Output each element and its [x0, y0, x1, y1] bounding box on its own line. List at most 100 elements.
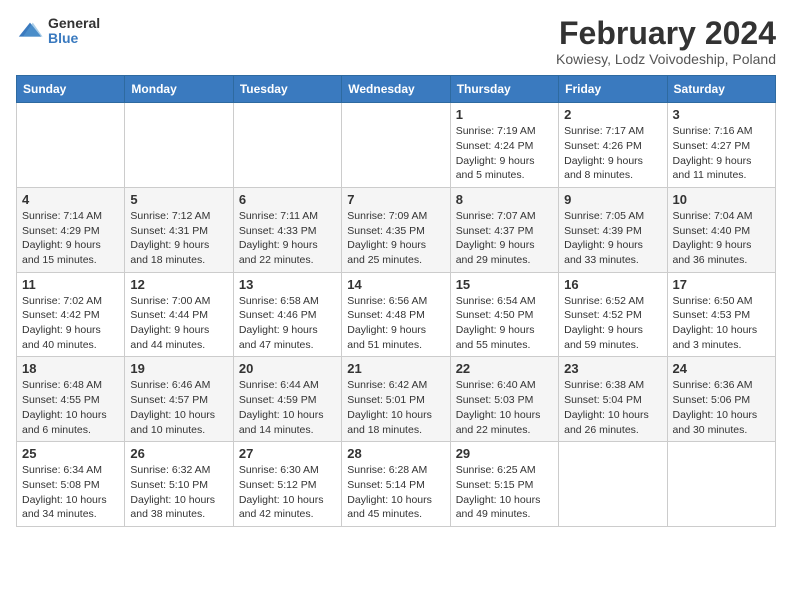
table-row: 5 Sunrise: 7:12 AM Sunset: 4:31 PM Daylig…: [125, 187, 233, 272]
day-info: Sunrise: 6:32 AM Sunset: 5:10 PM Dayligh…: [130, 463, 227, 522]
day-info: Sunrise: 6:36 AM Sunset: 5:06 PM Dayligh…: [673, 378, 770, 437]
day-info: Sunrise: 6:40 AM Sunset: 5:03 PM Dayligh…: [456, 378, 553, 437]
day-number: 10: [673, 192, 770, 207]
table-row: [342, 103, 450, 188]
table-row: 18 Sunrise: 6:48 AM Sunset: 4:55 PM Dayli…: [17, 357, 125, 442]
table-row: 9 Sunrise: 7:05 AM Sunset: 4:39 PM Daylig…: [559, 187, 667, 272]
day-number: 22: [456, 361, 553, 376]
calendar-week-row: 18 Sunrise: 6:48 AM Sunset: 4:55 PM Dayli…: [17, 357, 776, 442]
day-number: 15: [456, 277, 553, 292]
table-row: 28 Sunrise: 6:28 AM Sunset: 5:14 PM Dayli…: [342, 442, 450, 527]
day-number: 23: [564, 361, 661, 376]
table-row: 21 Sunrise: 6:42 AM Sunset: 5:01 PM Dayli…: [342, 357, 450, 442]
day-number: 12: [130, 277, 227, 292]
day-info: Sunrise: 7:02 AM Sunset: 4:42 PM Dayligh…: [22, 294, 119, 353]
day-number: 26: [130, 446, 227, 461]
table-row: 11 Sunrise: 7:02 AM Sunset: 4:42 PM Dayli…: [17, 272, 125, 357]
day-number: 11: [22, 277, 119, 292]
day-number: 5: [130, 192, 227, 207]
calendar-table: Sunday Monday Tuesday Wednesday Thursday…: [16, 75, 776, 527]
day-number: 28: [347, 446, 444, 461]
logo-text: General Blue: [48, 16, 100, 47]
day-number: 17: [673, 277, 770, 292]
table-row: [667, 442, 775, 527]
day-number: 1: [456, 107, 553, 122]
day-info: Sunrise: 7:14 AM Sunset: 4:29 PM Dayligh…: [22, 209, 119, 268]
day-info: Sunrise: 6:44 AM Sunset: 4:59 PM Dayligh…: [239, 378, 336, 437]
day-info: Sunrise: 6:28 AM Sunset: 5:14 PM Dayligh…: [347, 463, 444, 522]
table-row: 13 Sunrise: 6:58 AM Sunset: 4:46 PM Dayli…: [233, 272, 341, 357]
day-number: 21: [347, 361, 444, 376]
day-info: Sunrise: 6:52 AM Sunset: 4:52 PM Dayligh…: [564, 294, 661, 353]
table-row: 16 Sunrise: 6:52 AM Sunset: 4:52 PM Dayli…: [559, 272, 667, 357]
day-number: 27: [239, 446, 336, 461]
calendar-week-row: 25 Sunrise: 6:34 AM Sunset: 5:08 PM Dayli…: [17, 442, 776, 527]
table-row: [233, 103, 341, 188]
col-monday: Monday: [125, 76, 233, 103]
table-row: 6Sunrise: 7:11 AM Sunset: 4:33 PM Daylig…: [233, 187, 341, 272]
day-info: Sunrise: 6:54 AM Sunset: 4:50 PM Dayligh…: [456, 294, 553, 353]
table-row: [559, 442, 667, 527]
day-number: 7: [347, 192, 444, 207]
col-sunday: Sunday: [17, 76, 125, 103]
table-row: 2 Sunrise: 7:17 AM Sunset: 4:26 PM Daylig…: [559, 103, 667, 188]
day-number: 8: [456, 192, 553, 207]
day-number: 13: [239, 277, 336, 292]
header: General Blue February 2024 Kowiesy, Lodz…: [16, 16, 776, 67]
day-number: 18: [22, 361, 119, 376]
day-number: 4: [22, 192, 119, 207]
day-info: Sunrise: 7:19 AM Sunset: 4:24 PM Dayligh…: [456, 124, 553, 183]
table-row: 10 Sunrise: 7:04 AM Sunset: 4:40 PM Dayli…: [667, 187, 775, 272]
logo-icon: [16, 17, 44, 45]
col-wednesday: Wednesday: [342, 76, 450, 103]
table-row: 25 Sunrise: 6:34 AM Sunset: 5:08 PM Dayli…: [17, 442, 125, 527]
day-number: 2: [564, 107, 661, 122]
day-number: 9: [564, 192, 661, 207]
table-row: 20 Sunrise: 6:44 AM Sunset: 4:59 PM Dayli…: [233, 357, 341, 442]
table-row: 7 Sunrise: 7:09 AM Sunset: 4:35 PM Daylig…: [342, 187, 450, 272]
day-number: 3: [673, 107, 770, 122]
calendar-week-row: 4 Sunrise: 7:14 AM Sunset: 4:29 PM Daylig…: [17, 187, 776, 272]
day-info: Sunrise: 6:48 AM Sunset: 4:55 PM Dayligh…: [22, 378, 119, 437]
calendar-week-row: 11 Sunrise: 7:02 AM Sunset: 4:42 PM Dayli…: [17, 272, 776, 357]
day-number: 16: [564, 277, 661, 292]
col-friday: Friday: [559, 76, 667, 103]
day-info: Sunrise: 6:42 AM Sunset: 5:01 PM Dayligh…: [347, 378, 444, 437]
day-info: Sunrise: 6:30 AM Sunset: 5:12 PM Dayligh…: [239, 463, 336, 522]
day-info: Sunrise: 6:58 AM Sunset: 4:46 PM Dayligh…: [239, 294, 336, 353]
day-info: Sunrise: 6:34 AM Sunset: 5:08 PM Dayligh…: [22, 463, 119, 522]
day-number: 14: [347, 277, 444, 292]
table-row: 26 Sunrise: 6:32 AM Sunset: 5:10 PM Dayli…: [125, 442, 233, 527]
day-info: Sunrise: 7:12 AM Sunset: 4:31 PM Dayligh…: [130, 209, 227, 268]
table-row: 8Sunrise: 7:07 AM Sunset: 4:37 PM Daylig…: [450, 187, 558, 272]
day-info: Sunrise: 7:05 AM Sunset: 4:39 PM Dayligh…: [564, 209, 661, 268]
day-number: 29: [456, 446, 553, 461]
table-row: 12Sunrise: 7:00 AM Sunset: 4:44 PM Dayli…: [125, 272, 233, 357]
day-info: Sunrise: 6:38 AM Sunset: 5:04 PM Dayligh…: [564, 378, 661, 437]
day-info: Sunrise: 6:50 AM Sunset: 4:53 PM Dayligh…: [673, 294, 770, 353]
table-row: [17, 103, 125, 188]
table-row: 3 Sunrise: 7:16 AM Sunset: 4:27 PM Daylig…: [667, 103, 775, 188]
col-tuesday: Tuesday: [233, 76, 341, 103]
day-number: 24: [673, 361, 770, 376]
day-info: Sunrise: 7:11 AM Sunset: 4:33 PM Dayligh…: [239, 209, 336, 268]
day-info: Sunrise: 7:17 AM Sunset: 4:26 PM Dayligh…: [564, 124, 661, 183]
col-saturday: Saturday: [667, 76, 775, 103]
day-number: 25: [22, 446, 119, 461]
logo-line1: General: [48, 16, 100, 31]
day-info: Sunrise: 7:09 AM Sunset: 4:35 PM Dayligh…: [347, 209, 444, 268]
table-row: 4 Sunrise: 7:14 AM Sunset: 4:29 PM Daylig…: [17, 187, 125, 272]
day-info: Sunrise: 7:04 AM Sunset: 4:40 PM Dayligh…: [673, 209, 770, 268]
table-row: 29 Sunrise: 6:25 AM Sunset: 5:15 PM Dayli…: [450, 442, 558, 527]
month-title: February 2024: [556, 16, 776, 51]
day-info: Sunrise: 7:16 AM Sunset: 4:27 PM Dayligh…: [673, 124, 770, 183]
day-info: Sunrise: 6:46 AM Sunset: 4:57 PM Dayligh…: [130, 378, 227, 437]
table-row: [125, 103, 233, 188]
calendar-week-row: 1 Sunrise: 7:19 AM Sunset: 4:24 PM Daylig…: [17, 103, 776, 188]
calendar-header-row: Sunday Monday Tuesday Wednesday Thursday…: [17, 76, 776, 103]
table-row: 23 Sunrise: 6:38 AM Sunset: 5:04 PM Dayli…: [559, 357, 667, 442]
table-row: 1 Sunrise: 7:19 AM Sunset: 4:24 PM Daylig…: [450, 103, 558, 188]
day-number: 20: [239, 361, 336, 376]
col-thursday: Thursday: [450, 76, 558, 103]
day-info: Sunrise: 6:25 AM Sunset: 5:15 PM Dayligh…: [456, 463, 553, 522]
